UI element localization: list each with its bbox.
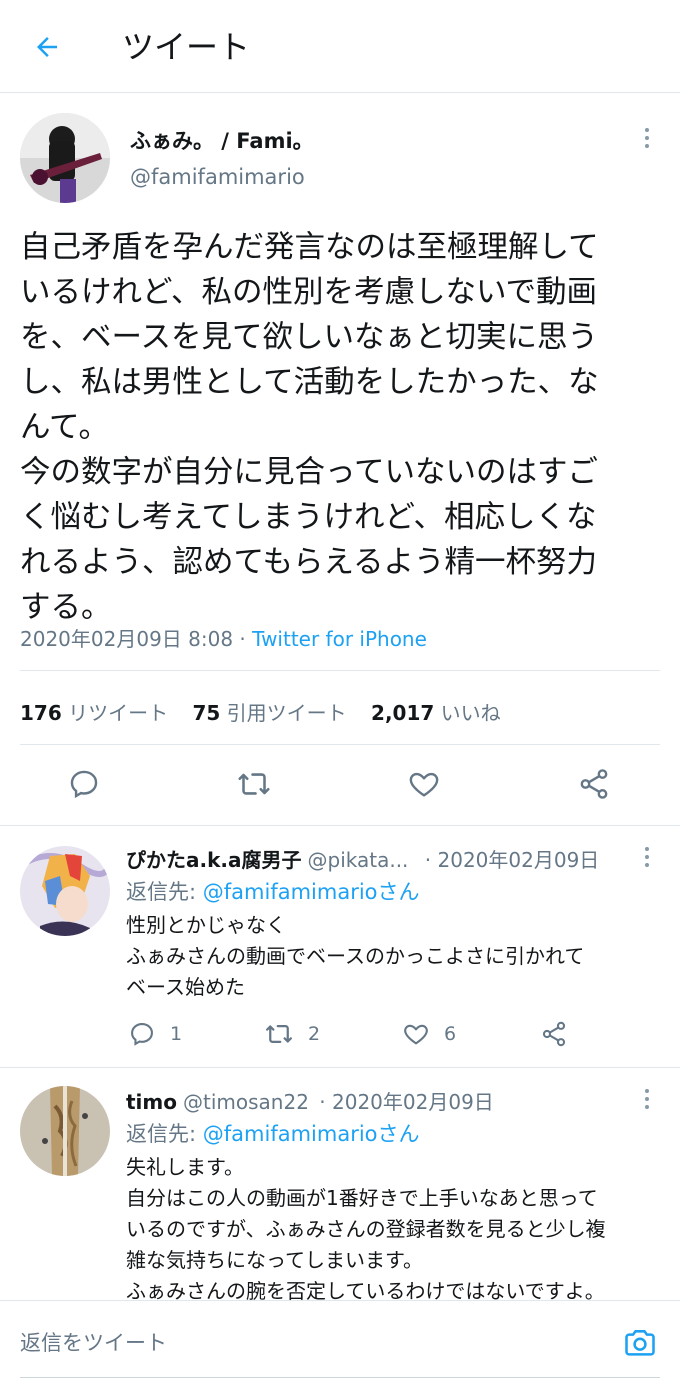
divider: [20, 670, 660, 671]
composer-underline: [20, 1377, 660, 1378]
tweet-meta: 2020年02月09日 8:08 · Twitter for iPhone: [20, 623, 427, 652]
author-name[interactable]: ぴかたa.k.a腐男子: [126, 848, 302, 872]
reply-line: 自分はこの人の動画が1番好きで上手いなあと思って: [126, 1186, 598, 1210]
author-handle[interactable]: @timosan22: [183, 1090, 309, 1114]
more-options-button[interactable]: [630, 121, 664, 155]
reply-count: 1: [170, 1023, 183, 1045]
reply-line: 性別とかじゃなく: [126, 913, 286, 937]
back-button[interactable]: [26, 26, 68, 68]
retweet-button[interactable]: [234, 764, 274, 804]
author-name[interactable]: timo: [126, 1090, 177, 1114]
tweet-line: を、ベースを見て欲しいなぁと切実に思う: [20, 320, 598, 355]
camera-icon: [625, 1330, 655, 1356]
reply-button[interactable]: 1: [128, 1019, 182, 1049]
reply-header: timo @timosan22 · 2020年02月09日: [126, 1086, 494, 1115]
source-link[interactable]: Twitter for iPhone: [252, 627, 427, 651]
author-handle[interactable]: @pikata...: [308, 848, 409, 872]
tweet-line: 今の数字が自分に見合っていないのはすご: [20, 455, 598, 490]
share-button[interactable]: [540, 1019, 568, 1049]
reply-line: ふぁみさんの動画でベースのかっこよさに引かれて: [126, 944, 585, 968]
likes-stat[interactable]: 2,017 いいね: [371, 701, 501, 725]
meta-separator: ·: [233, 627, 253, 651]
avatar[interactable]: [20, 113, 110, 203]
retweets-stat[interactable]: 176 リツイート: [20, 701, 168, 725]
more-options-button[interactable]: [632, 1084, 662, 1114]
reply-to-link[interactable]: @famifamimarioさん: [203, 1122, 420, 1146]
more-vertical-icon: [645, 128, 649, 132]
reply-text: 失礼します。 自分はこの人の動画が1番好きで上手いなあと思って いるのですが、ふ…: [126, 1152, 646, 1300]
reply-text: 性別とかじゃなく ふぁみさんの動画でベースのかっこよさに引かれて ベース始めた: [126, 910, 646, 1003]
author-handle[interactable]: @famifamimario: [130, 165, 305, 189]
share-icon: [580, 769, 608, 799]
timestamp[interactable]: 2020年02月09日 8:08: [20, 627, 233, 651]
retweet-icon: [266, 1025, 292, 1043]
more-vertical-icon: [645, 1089, 649, 1093]
reply-line: ベース始めた: [126, 975, 245, 999]
tweet-line: く悩むし考えてしまうけれど、相応しくな: [20, 500, 597, 535]
tweet-line: れるよう、認めてもらえるよう精一杯努力: [20, 545, 598, 580]
page-title: ツイート: [122, 28, 251, 66]
camera-button[interactable]: [620, 1323, 660, 1363]
more-options-button[interactable]: [632, 842, 662, 872]
top-bar: ツイート: [0, 0, 680, 93]
tweet-actions: [0, 750, 680, 820]
reply-to: 返信先: @famifamimarioさん: [126, 880, 420, 904]
like-button[interactable]: 6: [402, 1019, 456, 1049]
tweet-line: いるけれど、私の性別を考慮しないで動画: [20, 275, 598, 310]
tweet-line: し、私は男性として活動をしたかった、な: [20, 365, 599, 400]
retweet-count: 2: [308, 1023, 321, 1045]
reply-date[interactable]: · 2020年02月09日: [425, 848, 600, 872]
like-button[interactable]: [404, 764, 444, 804]
retweet-icon: [238, 773, 270, 795]
reply-tweet[interactable]: ぴかたa.k.a腐男子 @pikata... · 2020年02月09日 返信先:…: [0, 826, 680, 1067]
reply-line: 雑な気持ちになってしまいます。: [126, 1248, 423, 1272]
engagement-stats: 176 リツイート 75 引用ツイート 2,017 いいね: [20, 697, 519, 726]
avatar[interactable]: [20, 846, 110, 936]
reply-date[interactable]: · 2020年02月09日: [319, 1090, 494, 1114]
reply-icon: [131, 1023, 153, 1046]
reply-header: ぴかたa.k.a腐男子 @pikata... · 2020年02月09日: [126, 844, 599, 873]
reply-line: いるのですが、ふぁみさんの登録者数を見ると少し複: [126, 1217, 606, 1241]
reply-line: 失礼します。: [126, 1155, 244, 1179]
reply-to-link[interactable]: @famifamimarioさん: [203, 880, 420, 904]
reply-composer: 返信をツイート: [0, 1300, 680, 1383]
reply-tweet[interactable]: timo @timosan22 · 2020年02月09日 返信先: @famif…: [0, 1068, 680, 1300]
author-name[interactable]: ふぁみ。 / Fami。: [130, 125, 314, 155]
reply-button[interactable]: [64, 764, 104, 804]
retweet-button[interactable]: 2: [264, 1019, 320, 1049]
reply-line: ふぁみさんの腕を否定しているわけではないですよ。: [126, 1279, 605, 1300]
avatar[interactable]: [20, 1086, 110, 1176]
divider: [20, 744, 660, 745]
heart-icon: [404, 1024, 428, 1045]
more-vertical-icon: [645, 847, 649, 851]
reply-icon: [70, 770, 98, 799]
arrow-left-icon: [37, 37, 57, 57]
quotes-stat[interactable]: 75 引用ツイート: [192, 701, 346, 725]
reply-to: 返信先: @famifamimarioさん: [126, 1122, 420, 1146]
tweet-text: 自己矛盾を孕んだ発言なのは至極理解して いるけれど、私の性別を考慮しないで動画 …: [20, 225, 660, 630]
tweet-line: 自己矛盾を孕んだ発言なのは至極理解して: [20, 230, 599, 265]
like-count: 6: [444, 1023, 457, 1045]
share-icon: [542, 1021, 566, 1047]
tweet-line: んて。: [20, 410, 110, 445]
reply-input[interactable]: 返信をツイート: [20, 1327, 167, 1357]
heart-icon: [409, 772, 439, 797]
share-button[interactable]: [574, 764, 614, 804]
